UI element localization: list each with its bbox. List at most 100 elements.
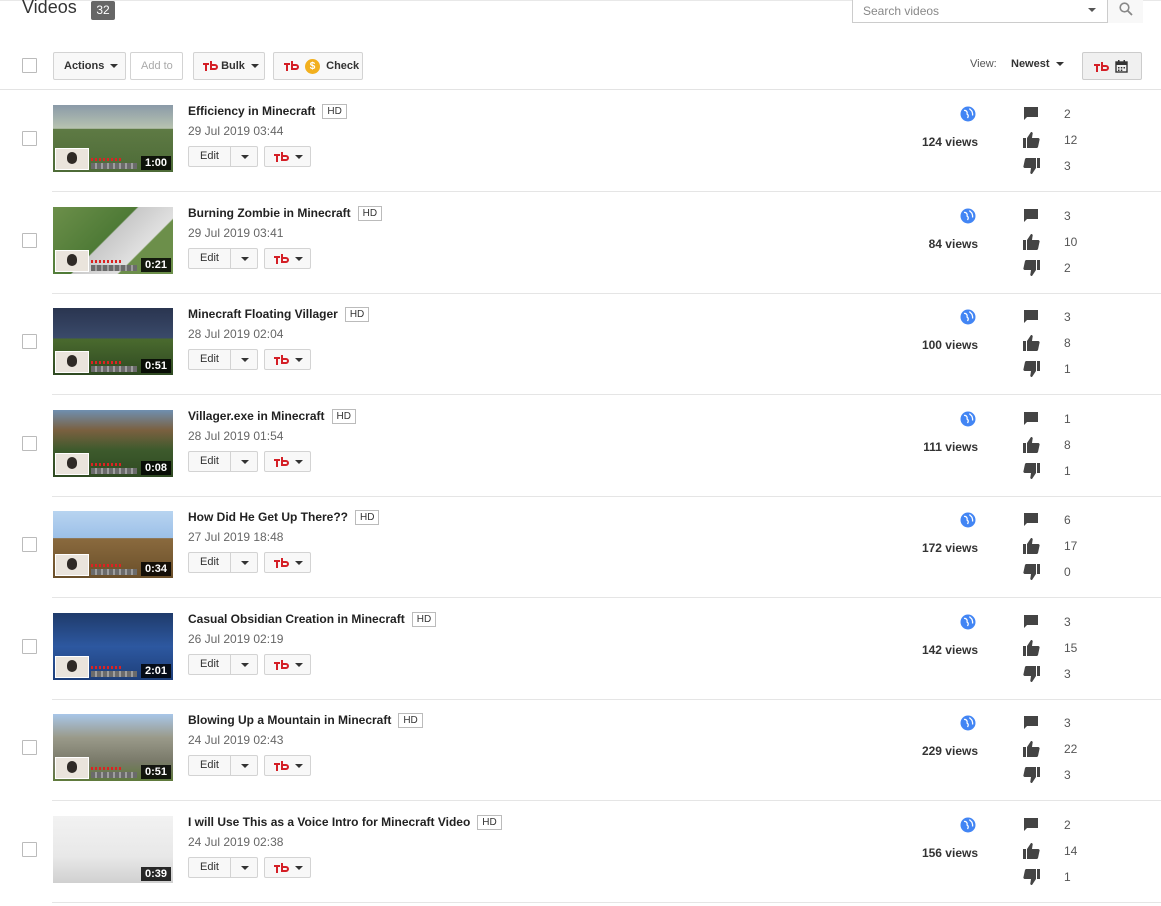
view-sort-select[interactable]: Newest: [1011, 58, 1064, 70]
video-row: 0:08 Villager.exe in Minecraft HD 28 Jul …: [0, 396, 1161, 497]
edit-button[interactable]: Edit: [200, 147, 219, 166]
video-row: 0:34 How Did He Get Up There?? HD 27 Jul …: [0, 497, 1161, 598]
edit-button[interactable]: Edit: [200, 350, 219, 369]
video-title-link[interactable]: Efficiency in Minecraft HD: [188, 104, 347, 120]
video-select-checkbox[interactable]: [22, 232, 37, 248]
facecam-overlay: [55, 655, 89, 678]
tubebuddy-menu-button[interactable]: [264, 755, 311, 776]
video-thumbnail[interactable]: 1:00: [53, 105, 173, 172]
search-dropdown-icon[interactable]: [1088, 8, 1096, 12]
view-label: View:: [970, 58, 997, 70]
edit-dropdown-button[interactable]: [230, 350, 258, 369]
edit-dropdown-button[interactable]: [230, 451, 258, 471]
edit-button-group: Edit: [188, 653, 258, 675]
video-select-checkbox[interactable]: [22, 740, 37, 755]
video-thumbnail[interactable]: 0:51: [53, 714, 173, 781]
edit-button[interactable]: Edit: [200, 553, 219, 572]
actions-button[interactable]: Actions: [53, 52, 126, 80]
video-title-link[interactable]: Blowing Up a Mountain in Minecraft HD: [188, 713, 423, 729]
video-duration: 0:39: [140, 866, 171, 881]
video-thumbnail[interactable]: 0:51: [53, 308, 173, 375]
edit-button[interactable]: Edit: [200, 452, 219, 471]
video-date: 29 Jul 2019 03:41: [188, 225, 284, 240]
dislike-count: 1: [1064, 869, 1071, 884]
edit-button[interactable]: Edit: [200, 858, 219, 877]
video-select-checkbox[interactable]: [22, 638, 37, 654]
edit-button-group: Edit: [188, 856, 258, 878]
edit-button[interactable]: Edit: [200, 655, 219, 674]
video-select-checkbox[interactable]: [22, 131, 37, 146]
bulk-label: Bulk: [221, 60, 245, 72]
comment-icon: [1024, 614, 1038, 628]
video-thumbnail[interactable]: 0:34: [53, 511, 173, 578]
video-title-link[interactable]: Minecraft Floating Villager HD: [188, 307, 370, 323]
page-header: Videos 32: [0, 0, 1161, 30]
chevron-down-icon: [110, 64, 119, 69]
edit-dropdown-button[interactable]: [230, 756, 258, 775]
video-title: I will Use This as a Voice Intro for Min…: [188, 814, 471, 829]
video-select-checkbox[interactable]: [22, 841, 37, 857]
view-count: 156 views: [921, 845, 978, 860]
edit-dropdown-button[interactable]: [230, 147, 258, 166]
video-title-link[interactable]: Casual Obsidian Creation in Minecraft HD: [188, 612, 437, 627]
video-count-badge: 32: [91, 1, 115, 20]
thumbs-down-icon: [1023, 462, 1040, 479]
video-thumbnail[interactable]: 0:21: [53, 206, 173, 274]
like-count: 17: [1064, 539, 1078, 553]
comment-icon: [1024, 716, 1038, 729]
edit-button[interactable]: Edit: [200, 249, 219, 268]
video-title-link[interactable]: Villager.exe in Minecraft HD: [188, 409, 356, 424]
facecam-overlay: [55, 249, 89, 272]
video-select-checkbox[interactable]: [22, 435, 37, 451]
check-button[interactable]: $ Check: [273, 52, 363, 80]
edit-button[interactable]: Edit: [200, 756, 219, 775]
tubebuddy-menu-button[interactable]: [264, 247, 311, 269]
dislike-count: 3: [1064, 666, 1071, 681]
tubebuddy-calendar-button[interactable]: [1082, 52, 1142, 80]
video-title-link[interactable]: Burning Zombie in Minecraft HD: [188, 206, 383, 221]
tubebuddy-menu-button[interactable]: [264, 856, 311, 878]
like-count: 8: [1064, 336, 1071, 350]
thumbs-down-icon: [1023, 767, 1040, 783]
comment-count: 3: [1064, 310, 1071, 324]
add-to-button[interactable]: Add to: [130, 52, 183, 80]
thumbs-down-icon: [1023, 665, 1040, 682]
comment-count: 2: [1064, 107, 1071, 121]
edit-dropdown-button[interactable]: [230, 248, 258, 268]
facecam-overlay: [55, 148, 89, 170]
tubebuddy-menu-button[interactable]: [264, 450, 311, 472]
edit-button-group: Edit: [188, 450, 258, 472]
dislike-count: 1: [1064, 463, 1071, 478]
video-title-link[interactable]: I will Use This as a Voice Intro for Min…: [188, 815, 502, 830]
comment-count: 6: [1064, 513, 1071, 527]
tubebuddy-menu-button[interactable]: [264, 349, 311, 370]
edit-dropdown-button[interactable]: [230, 654, 258, 674]
video-thumbnail[interactable]: 0:39: [53, 815, 173, 883]
video-date: 26 Jul 2019 02:19: [188, 631, 284, 646]
hd-badge: HD: [344, 307, 370, 323]
tubebuddy-logo-icon: [274, 659, 289, 670]
video-title-link[interactable]: How Did He Get Up There?? HD: [188, 510, 380, 526]
video-thumbnail[interactable]: 0:08: [53, 409, 173, 477]
comment-icon: [1024, 817, 1038, 831]
video-select-checkbox[interactable]: [22, 334, 37, 349]
health-bar-graphic: [91, 158, 121, 161]
tubebuddy-menu-button[interactable]: [264, 653, 311, 675]
health-bar-graphic: [91, 361, 121, 364]
video-thumbnail[interactable]: 2:01: [53, 612, 173, 680]
select-all-checkbox[interactable]: [22, 58, 37, 73]
video-select-checkbox[interactable]: [22, 537, 37, 552]
dislike-count: 3: [1064, 159, 1071, 173]
edit-dropdown-button[interactable]: [230, 857, 258, 877]
tubebuddy-menu-button[interactable]: [264, 552, 311, 573]
video-duration: 0:34: [140, 562, 171, 576]
hotbar-graphic: [91, 163, 137, 169]
search-input[interactable]: [853, 0, 1105, 22]
bulk-button[interactable]: Bulk: [193, 52, 265, 80]
tubebuddy-menu-button[interactable]: [264, 146, 311, 167]
hotbar-graphic: [91, 467, 137, 474]
search-button[interactable]: [1107, 0, 1143, 23]
calendar-icon: [1115, 60, 1128, 73]
video-row: 0:21 Burning Zombie in Minecraft HD 29 Ju…: [0, 193, 1161, 294]
edit-dropdown-button[interactable]: [230, 553, 258, 572]
